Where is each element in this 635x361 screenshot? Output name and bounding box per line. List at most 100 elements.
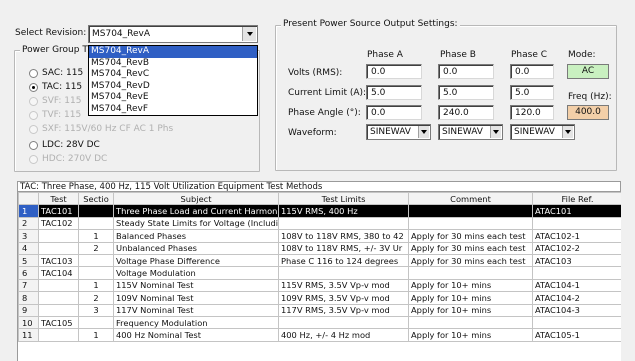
revision-option[interactable]: MS704_RevE [89, 92, 257, 104]
cell-file-ref[interactable]: ATAC101 [532, 204, 621, 218]
table-row[interactable]: 9 3 117V Nominal Test 117V RMS, 3.5V Vp-v m… [18, 303, 621, 317]
power-group-option[interactable]: LDC: 28V DC [29, 140, 100, 150]
cell-test-limits[interactable] [278, 216, 409, 231]
cell-file-ref[interactable] [532, 315, 621, 330]
phase-c-waveform-select[interactable]: SINEWAV [510, 124, 575, 140]
cell-test-limits[interactable]: 108V to 118V RMS, +/- 3V Ur [278, 241, 409, 255]
row-number[interactable]: 3 [18, 229, 39, 243]
row-number[interactable]: 7 [18, 278, 39, 293]
cell-comment[interactable] [408, 216, 533, 231]
cell-section[interactable] [78, 204, 114, 218]
cell-test[interactable] [38, 229, 79, 243]
cell-comment[interactable] [408, 315, 533, 330]
column-header-test[interactable]: Test [38, 192, 79, 206]
cell-subject[interactable]: Three Phase Load and Current Harmoni [113, 204, 279, 218]
column-header-test-limits[interactable]: Test Limits [278, 192, 409, 206]
cell-file-ref[interactable] [532, 216, 621, 231]
phase-c-current-field[interactable]: 5.0 [510, 85, 554, 100]
cell-comment[interactable]: Apply for 10+ mins [408, 303, 533, 317]
cell-subject[interactable]: 117V Nominal Test [113, 303, 279, 317]
cell-test-limits[interactable]: 108V to 118V RMS, 380 to 42 [278, 229, 409, 243]
cell-section[interactable]: 2 [78, 241, 114, 255]
chevron-down-icon[interactable] [490, 126, 501, 138]
cell-test[interactable] [38, 328, 79, 342]
table-row[interactable]: 10 TAC105 Frequency Modulation [18, 315, 621, 330]
chevron-down-icon[interactable] [418, 126, 429, 138]
cell-file-ref[interactable]: ATAC103 [532, 253, 621, 268]
row-number[interactable]: 6 [18, 266, 39, 280]
cell-section[interactable]: 1 [78, 229, 114, 243]
phase-c-angle-field[interactable]: 120.0 [510, 105, 554, 120]
row-number[interactable]: 8 [18, 291, 39, 305]
cell-test[interactable] [38, 291, 79, 305]
phase-a-waveform-select[interactable]: SINEWAV [366, 124, 431, 140]
cell-test[interactable]: TAC103 [38, 253, 79, 268]
cell-test-limits[interactable]: 109V RMS, 3.5V Vp-v mod [278, 291, 409, 305]
revision-option[interactable]: MS704_RevD [89, 81, 257, 93]
cell-test[interactable] [38, 241, 79, 255]
cell-file-ref[interactable]: ATAC102-2 [532, 241, 621, 255]
cell-test[interactable]: TAC105 [38, 315, 79, 330]
table-row[interactable]: 6 TAC104 Voltage Modulation [18, 266, 621, 280]
cell-test-limits[interactable]: Phase C 116 to 124 degrees [278, 253, 409, 268]
cell-comment[interactable] [408, 204, 533, 218]
cell-comment[interactable]: Apply for 30 mins each test [408, 241, 533, 255]
cell-subject[interactable]: Voltage Phase Difference [113, 253, 279, 268]
cell-section[interactable]: 3 [78, 303, 114, 317]
phase-a-current-field[interactable]: 5.0 [366, 85, 422, 100]
cell-section[interactable] [78, 216, 114, 231]
cell-test-limits[interactable] [278, 315, 409, 330]
table-row[interactable]: 11 1 400 Hz Nominal Test 400 Hz, +/- 4 Hz m… [18, 328, 621, 342]
cell-comment[interactable]: Apply for 10+ mins [408, 328, 533, 342]
table-row[interactable]: 5 TAC103 Voltage Phase Difference Phase C 1… [18, 253, 621, 268]
cell-section[interactable] [78, 315, 114, 330]
table-row[interactable]: 3 1 Balanced Phases 108V to 118V RMS, 380 t… [18, 229, 621, 243]
phase-c-volts-field[interactable]: 0.0 [510, 64, 554, 79]
cell-section[interactable] [78, 266, 114, 280]
column-header-comment[interactable]: Comment [408, 192, 533, 206]
cell-test-limits[interactable]: 115V RMS, 400 Hz [278, 204, 409, 218]
cell-test[interactable] [38, 303, 79, 317]
row-number[interactable]: 1 [18, 204, 39, 218]
phase-b-current-field[interactable]: 5.0 [438, 85, 494, 100]
cell-test-limits[interactable]: 117V RMS, 3.5V Vp-v mod [278, 303, 409, 317]
cell-comment[interactable]: Apply for 10+ mins [408, 278, 533, 293]
cell-subject[interactable]: 109V Nominal Test [113, 291, 279, 305]
cell-file-ref[interactable]: ATAC104-2 [532, 291, 621, 305]
column-header-subject[interactable]: Subject [113, 192, 279, 206]
cell-test-limits[interactable]: 400 Hz, +/- 4 Hz mod [278, 328, 409, 342]
cell-test-limits[interactable]: 115V RMS, 3.5V Vp-v mod [278, 278, 409, 293]
radio-icon[interactable] [29, 68, 38, 78]
phase-b-angle-field[interactable]: 240.0 [438, 105, 494, 120]
power-group-option[interactable]: TAC: 115 [29, 82, 82, 92]
cell-section[interactable]: 1 [78, 278, 114, 293]
cell-test[interactable]: TAC102 [38, 216, 79, 231]
table-row[interactable]: 8 2 109V Nominal Test 109V RMS, 3.5V Vp-v m… [18, 291, 621, 305]
revision-option[interactable]: MS704_RevB [89, 58, 257, 70]
cell-subject[interactable]: Unbalanced Phases [113, 241, 279, 255]
radio-icon[interactable] [29, 140, 38, 150]
cell-file-ref[interactable]: ATAC105-1 [532, 328, 621, 342]
cell-section[interactable]: 2 [78, 291, 114, 305]
cell-file-ref[interactable]: ATAC102-1 [532, 229, 621, 243]
cell-test[interactable] [38, 278, 79, 293]
revision-option[interactable]: MS704_RevC [89, 69, 257, 81]
cell-subject[interactable]: Voltage Modulation [113, 266, 279, 280]
column-header-file-ref[interactable]: File Ref. [532, 192, 621, 206]
cell-section[interactable]: 1 [78, 328, 114, 342]
phase-a-angle-field[interactable]: 0.0 [366, 105, 422, 120]
revision-option[interactable]: MS704_RevA [89, 46, 257, 58]
row-number[interactable]: 5 [18, 253, 39, 268]
cell-comment[interactable] [408, 266, 533, 280]
cell-comment[interactable]: Apply for 10+ mins [408, 291, 533, 305]
cell-comment[interactable]: Apply for 30 mins each test [408, 253, 533, 268]
phase-b-volts-field[interactable]: 0.0 [438, 64, 494, 79]
phase-b-waveform-select[interactable]: SINEWAV [438, 124, 503, 140]
phase-a-volts-field[interactable]: 0.0 [366, 64, 422, 79]
revision-combobox[interactable]: MS704_RevA [88, 25, 258, 43]
row-number[interactable]: 9 [18, 303, 39, 317]
column-header-section[interactable]: Sectio [78, 192, 114, 206]
test-methods-table[interactable]: Test Sectio Subject Test Limits Comment … [17, 191, 621, 361]
cell-test-limits[interactable] [278, 266, 409, 280]
cell-test[interactable]: TAC104 [38, 266, 79, 280]
